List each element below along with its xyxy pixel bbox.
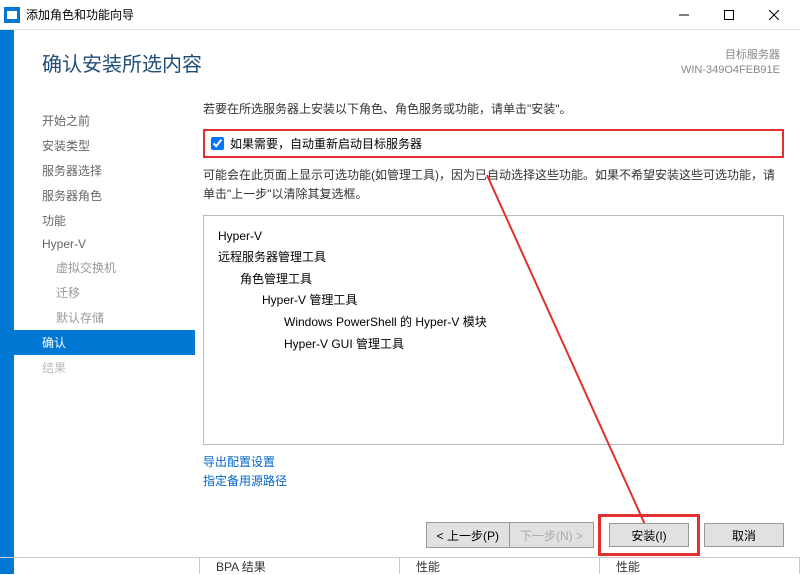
nav-install-type[interactable]: 安装类型 [0,133,195,158]
bg-perf1: 性能 [400,558,600,574]
nav-features[interactable]: 功能 [0,208,195,233]
nav-confirm[interactable]: 确认 [0,330,195,355]
app-icon [4,7,20,23]
nav-server-select[interactable]: 服务器选择 [0,158,195,183]
list-item: 远程服务器管理工具 [218,247,769,269]
restart-checkbox-label[interactable]: 如果需要，自动重新启动目标服务器 [230,135,422,152]
nav-hyperv[interactable]: Hyper-V [0,233,195,255]
bg-bpa: BPA 结果 [200,558,400,574]
nav-default-storage[interactable]: 默认存储 [0,305,195,330]
nav-virtual-switch[interactable]: 虚拟交换机 [0,255,195,280]
previous-button[interactable]: < 上一步(P) [427,523,510,547]
nav-before-begin[interactable]: 开始之前 [0,108,195,133]
export-config-link[interactable]: 导出配置设置 [203,453,784,472]
nav-migration[interactable]: 迁移 [0,280,195,305]
wizard-content: 若要在所选服务器上安装以下角色、角色服务或功能，请单击"安装"。 如果需要，自动… [195,100,800,522]
wizard-nav: 开始之前 安装类型 服务器选择 服务器角色 功能 Hyper-V 虚拟交换机 迁… [0,100,195,522]
window-title: 添加角色和功能向导 [26,6,661,23]
alt-source-link[interactable]: 指定备用源路径 [203,472,784,491]
minimize-button[interactable] [661,1,706,29]
restart-checkbox-row: 如果需要，自动重新启动目标服务器 [203,129,784,158]
maximize-button[interactable] [706,1,751,29]
list-item: Windows PowerShell 的 Hyper-V 模块 [218,312,769,334]
nav-results: 结果 [0,355,195,380]
background-tiles: BPA 结果 性能 性能 [0,557,800,574]
close-button[interactable] [751,1,796,29]
nav-server-roles[interactable]: 服务器角色 [0,183,195,208]
server-name: WIN-349O4FEB91E [681,63,780,78]
list-item: Hyper-V 管理工具 [218,290,769,312]
server-label: 目标服务器 [681,48,780,63]
bg-perf2: 性能 [600,558,800,574]
wizard-footer: < 上一步(P) 下一步(N) > 安装(I) 取消 [426,514,784,556]
install-button[interactable]: 安装(I) [609,523,689,547]
wizard-header: 确认安装所选内容 目标服务器 WIN-349O4FEB91E [0,30,800,89]
page-title: 确认安装所选内容 [42,48,202,77]
optional-note: 可能会在此页面上显示可选功能(如管理工具)，因为已自动选择这些功能。如果不希望安… [203,166,784,204]
target-server-info: 目标服务器 WIN-349O4FEB91E [681,48,780,79]
restart-checkbox[interactable] [211,137,224,150]
install-highlight: 安装(I) [598,514,700,556]
next-button: 下一步(N) > [510,523,593,547]
list-item: Hyper-V GUI 管理工具 [218,334,769,356]
list-item: 角色管理工具 [218,269,769,291]
titlebar: 添加角色和功能向导 [0,0,800,30]
list-item: Hyper-V [218,226,769,248]
feature-list: Hyper-V 远程服务器管理工具 角色管理工具 Hyper-V 管理工具 Wi… [203,215,784,445]
intro-text: 若要在所选服务器上安装以下角色、角色服务或功能，请单击"安装"。 [203,100,784,119]
cancel-button[interactable]: 取消 [704,523,784,547]
